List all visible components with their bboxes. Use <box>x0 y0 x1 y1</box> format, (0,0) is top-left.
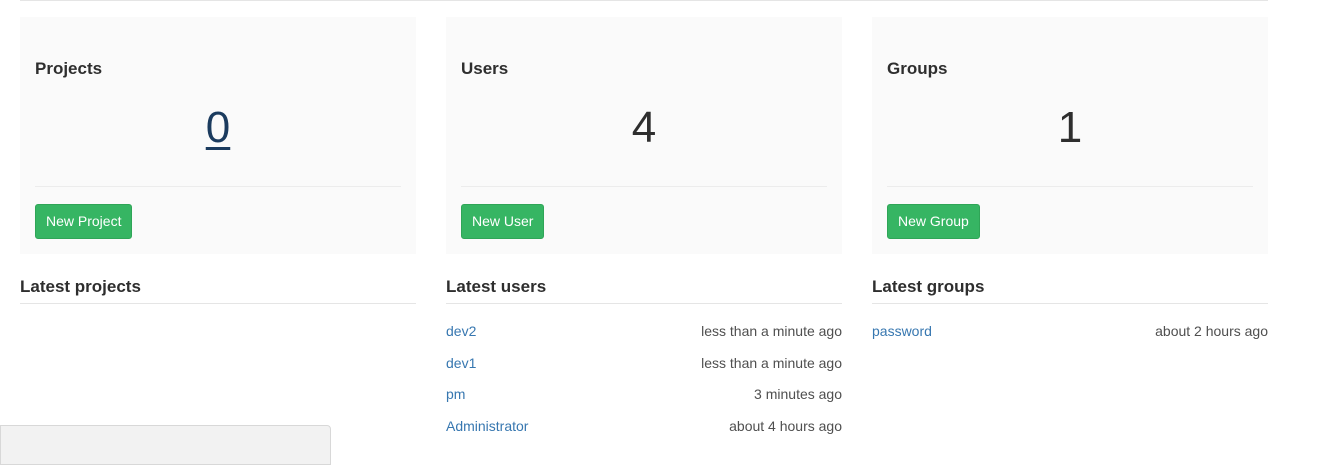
latest-groups-title: Latest groups <box>872 271 1268 304</box>
card-divider <box>887 186 1253 187</box>
list-item: pm 3 minutes ago <box>446 367 842 402</box>
group-created-time: about 2 hours ago <box>1155 323 1268 339</box>
list-item: Administrator about 4 hours ago <box>446 399 842 434</box>
new-group-button[interactable]: New Group <box>887 204 980 239</box>
new-user-button[interactable]: New User <box>461 204 545 239</box>
list-item: dev2 less than a minute ago <box>446 304 842 339</box>
list-item: password about 2 hours ago <box>872 304 1268 339</box>
latest-users-list: dev2 less than a minute ago dev1 less th… <box>446 304 842 434</box>
latest-groups-section: Latest groups password about 2 hours ago <box>872 271 1268 339</box>
latest-users-section: Latest users dev2 less than a minute ago… <box>446 271 842 434</box>
new-project-button[interactable]: New Project <box>35 204 133 239</box>
latest-projects-section: Latest projects <box>20 271 416 304</box>
groups-card-title: Groups <box>887 59 948 78</box>
projects-card: Projects 0 New Project <box>20 17 416 254</box>
list-item: dev1 less than a minute ago <box>446 336 842 371</box>
users-card: Users 4 New User <box>446 17 842 254</box>
groups-card: Groups 1 New Group <box>872 17 1268 254</box>
projects-card-title: Projects <box>35 59 103 78</box>
latest-groups-list: password about 2 hours ago <box>872 304 1268 339</box>
bottom-panel <box>0 425 331 465</box>
top-divider <box>20 0 1268 1</box>
users-count: 4 <box>631 103 657 152</box>
group-link[interactable]: password <box>872 323 932 339</box>
groups-count: 1 <box>1057 103 1083 152</box>
latest-projects-title: Latest projects <box>20 271 416 304</box>
users-card-title: Users <box>461 59 509 78</box>
projects-count-link[interactable]: 0 <box>20 106 416 150</box>
user-created-time: about 4 hours ago <box>729 417 842 434</box>
user-link[interactable]: Administrator <box>446 418 528 434</box>
card-divider <box>461 186 827 187</box>
latest-users-title: Latest users <box>446 271 842 304</box>
card-divider <box>35 186 401 187</box>
